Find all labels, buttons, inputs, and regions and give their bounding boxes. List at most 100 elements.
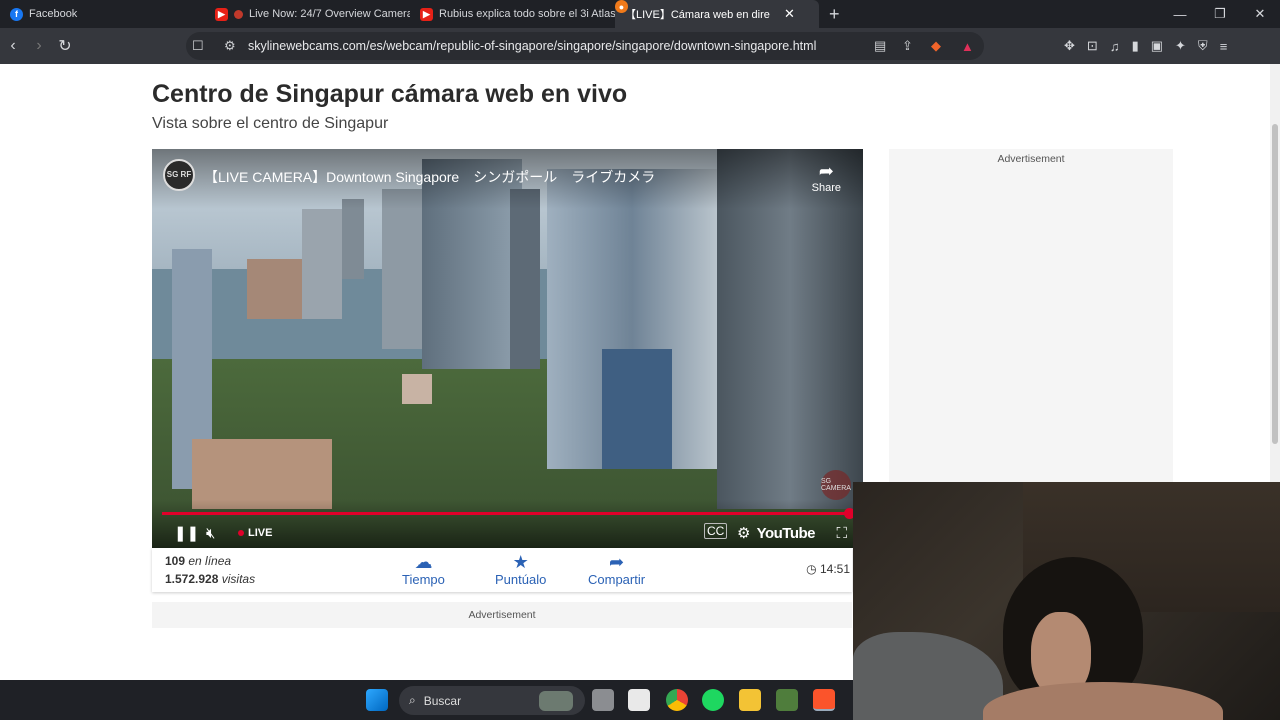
building [192, 439, 332, 509]
share-arrow-icon: ➦ [818, 161, 834, 181]
microsoft-store-icon[interactable] [628, 689, 650, 711]
sidebar-icon[interactable]: ▮ [1132, 38, 1139, 54]
screenshot-icon[interactable]: ⊡ [1087, 38, 1098, 54]
mute-icon[interactable]: 🔇︎ [206, 525, 215, 542]
camera-info-bar: 109 en línea 1.572.928 visitas ☁ Tiempo … [152, 548, 852, 592]
scrollbar-thumb[interactable] [1272, 124, 1278, 444]
app-icon[interactable] [776, 689, 798, 711]
forward-icon[interactable]: › [26, 33, 52, 59]
settings-icon[interactable]: ⚙ [737, 524, 750, 542]
advertisement-bottom: Advertisement [152, 602, 852, 628]
live-indicator[interactable]: LIVE [238, 527, 272, 539]
tab-title: Live Now: 24/7 Overview Camera [249, 8, 410, 20]
live-dot-icon [238, 530, 244, 536]
fullscreen-icon[interactable]: ⛶ [836, 525, 847, 542]
reload-icon[interactable]: ↻ [52, 33, 78, 59]
tab-rubius[interactable]: ▶ Rubius explica todo sobre el 3i Atlas [410, 0, 615, 28]
channel-logo[interactable]: SG RF [163, 159, 195, 191]
building [402, 374, 432, 404]
search-icon: ⌕ [409, 693, 416, 707]
visits-label: visitas [221, 572, 256, 586]
chrome-icon[interactable] [666, 689, 688, 711]
brave-shields-icon[interactable]: ◆ [931, 38, 941, 54]
tab-skylinewebcams[interactable]: ● 【LIVE】Cámara web en directo C ✕ [615, 0, 819, 28]
menu-icon[interactable]: ≡ [1220, 39, 1228, 54]
clock-time: 14:51 [819, 562, 850, 576]
task-view-icon[interactable] [592, 689, 614, 711]
online-count: 109 [165, 554, 186, 568]
building [302, 209, 342, 319]
clock-icon: ◷ [806, 562, 817, 576]
close-icon[interactable]: ✕ [784, 6, 795, 22]
window-controls: — ❐ ✕ [1160, 0, 1280, 28]
media-icon[interactable]: ♫ [1110, 39, 1120, 54]
building [510, 189, 540, 369]
close-window-icon[interactable]: ✕ [1240, 0, 1280, 28]
weather-button[interactable]: ☁ Tiempo [402, 552, 445, 587]
site-info-icon[interactable]: ⚙ [224, 38, 236, 54]
taskbar-search-label: Buscar [423, 693, 462, 708]
weather-label: Tiempo [402, 572, 445, 587]
pause-icon[interactable]: ❚❚ [174, 524, 199, 542]
share-button[interactable]: ➦ Compartir [588, 552, 645, 587]
tab-title: Facebook [29, 8, 78, 20]
brave-browser-icon[interactable] [813, 689, 835, 711]
recording-icon [234, 9, 243, 19]
video-title[interactable]: 【LIVE CAMERA】Downtown Singapore シンガポール ラ… [204, 167, 655, 187]
visits-count: 1.572.928 [165, 572, 219, 586]
vpn-icon[interactable]: ⛨ [1198, 38, 1208, 54]
wallet-icon[interactable]: ▣ [1151, 38, 1163, 54]
address-bar[interactable]: ☐ ⚙ skylinewebcams.com/es/webcam/republi… [186, 32, 984, 60]
webcam-overlay [853, 482, 1280, 720]
reader-mode-icon[interactable]: ▤ [874, 38, 886, 54]
star-icon: ★ [512, 552, 529, 572]
advertisement-side: Advertisement [889, 149, 1173, 482]
progress-bar[interactable] [162, 508, 855, 519]
windows-start-icon[interactable] [366, 689, 388, 711]
file-explorer-icon[interactable] [739, 689, 761, 711]
share-label: Share [811, 182, 841, 194]
tab-title: Rubius explica todo sobre el 3i Atlas [439, 8, 615, 20]
tab-title: 【LIVE】Cámara web en directo C [625, 9, 770, 21]
online-stat: 109 en línea [165, 554, 231, 568]
share-label: Compartir [588, 572, 646, 587]
webcam-bedsheet [853, 632, 1003, 720]
building [342, 199, 364, 279]
browser-tab-bar: f Facebook ▶ Live Now: 24/7 Overview Cam… [0, 0, 1280, 28]
online-label: en línea [188, 554, 232, 568]
restore-icon[interactable]: ❐ [1200, 0, 1240, 28]
skylinewebcams-icon: ● [615, 0, 628, 13]
rate-button[interactable]: ★ Puntúalo [495, 552, 546, 587]
captions-icon[interactable]: CC [704, 523, 728, 539]
live-label: LIVE [248, 527, 273, 539]
share-video-button[interactable]: ➦ Share [812, 161, 841, 194]
page-title: Centro de Singapur cámara web en vivo [152, 80, 628, 108]
building [382, 189, 427, 349]
browser-toolbar: ‹ › ↻ ☐ ⚙ skylinewebcams.com/es/webcam/r… [0, 28, 1280, 64]
extensions-icon[interactable]: ✥ [1064, 38, 1075, 54]
video-player[interactable]: SG RF 【LIVE CAMERA】Downtown Singapore シン… [152, 149, 863, 548]
brave-rewards-icon[interactable]: ▲ [961, 39, 974, 54]
search-highlight-icon [539, 690, 573, 711]
spotify-icon[interactable] [702, 689, 724, 711]
taskbar-search[interactable]: ⌕ Buscar [399, 686, 585, 715]
youtube-icon: ▶ [420, 7, 433, 21]
url-text[interactable]: skylinewebcams.com/es/webcam/republic-of… [248, 39, 816, 53]
rate-label: Puntúalo [495, 572, 547, 587]
new-tab-button[interactable]: + [819, 4, 850, 25]
toolbar-extensions: ✥ ⊡ ♫ ▮ ▣ ✦ ⛨ ≡ [1064, 28, 1227, 64]
camera-watermark: SG CAMERA [821, 470, 851, 500]
tab-live-overview-camera[interactable]: ▶ Live Now: 24/7 Overview Camera [205, 0, 410, 28]
bookmark-icon[interactable]: ☐ [192, 38, 204, 54]
minimize-icon[interactable]: — [1160, 0, 1200, 28]
share-icon: ➦ [608, 552, 625, 572]
youtube-logo[interactable]: YouTube [757, 525, 816, 542]
local-time: ◷ 14:51 [806, 562, 850, 576]
share-page-icon[interactable]: ⇪ [902, 38, 913, 54]
leo-ai-icon[interactable]: ✦ [1175, 38, 1186, 54]
building [602, 349, 672, 469]
visits-stat: 1.572.928 visitas [165, 572, 255, 586]
back-icon[interactable]: ‹ [0, 33, 26, 59]
tab-facebook[interactable]: f Facebook [0, 0, 205, 28]
youtube-icon: ▶ [215, 7, 228, 21]
